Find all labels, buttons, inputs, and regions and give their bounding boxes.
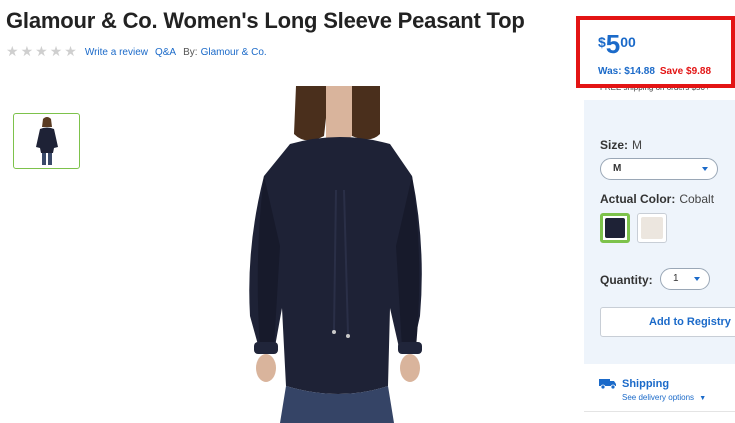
by-label: By: [183, 46, 198, 58]
color-swatch-cobalt[interactable] [600, 213, 630, 243]
price-box: $ 5 00 Was: $14.88 Save $9.88 FREE shippi… [576, 16, 735, 98]
write-review-link[interactable]: Write a review [85, 47, 148, 58]
product-title: Glamour & Co. Women's Long Sleeve Peasan… [6, 8, 525, 33]
thumbnail-image [35, 117, 58, 165]
product-thumbnail[interactable] [13, 113, 80, 169]
star-icon: ★ [64, 44, 77, 60]
chevron-down-icon: ▼ [699, 395, 707, 402]
swatch-fill [641, 217, 663, 239]
quantity-label: Quantity: [600, 273, 653, 287]
size-select-value: M [613, 163, 622, 174]
size-label: Size: [600, 138, 629, 152]
product-meta-row: ★ ★ ★ ★ ★ Write a review Q&A By: Glamour… [6, 44, 274, 60]
star-icon: ★ [49, 44, 63, 60]
star-icon: ★ [6, 44, 19, 60]
add-to-registry-button[interactable]: Add to Registry [600, 307, 735, 337]
brand-link[interactable]: Glamour & Co. [201, 47, 267, 58]
delivery-options-link[interactable]: See delivery options ▼ [622, 393, 706, 402]
price-highlight-frame [576, 16, 735, 88]
swatch-fill [605, 218, 625, 238]
shipping-title: Shipping [622, 378, 670, 390]
chevron-down-icon [702, 167, 708, 171]
star-icon: ★ [20, 44, 34, 60]
size-select[interactable]: M [600, 158, 718, 180]
quantity-value: 1 [673, 273, 679, 284]
color-label: Actual Color: [600, 192, 676, 206]
star-icon: ★ [35, 44, 48, 60]
chevron-down-icon [694, 277, 700, 281]
qa-link[interactable]: Q&A [155, 47, 176, 58]
color-value: Cobalt [679, 192, 715, 206]
size-label-row: Size: M [600, 138, 642, 152]
size-value: M [632, 138, 643, 152]
truck-icon [599, 379, 616, 389]
delivery-options-label: See delivery options [622, 393, 695, 402]
product-image[interactable] [230, 86, 445, 423]
quantity-select[interactable]: 1 [660, 268, 710, 290]
rating-stars[interactable]: ★ ★ ★ ★ ★ [6, 44, 77, 60]
color-label-row: Actual Color: Cobalt [600, 192, 714, 206]
color-swatch-ivory[interactable] [637, 213, 667, 243]
